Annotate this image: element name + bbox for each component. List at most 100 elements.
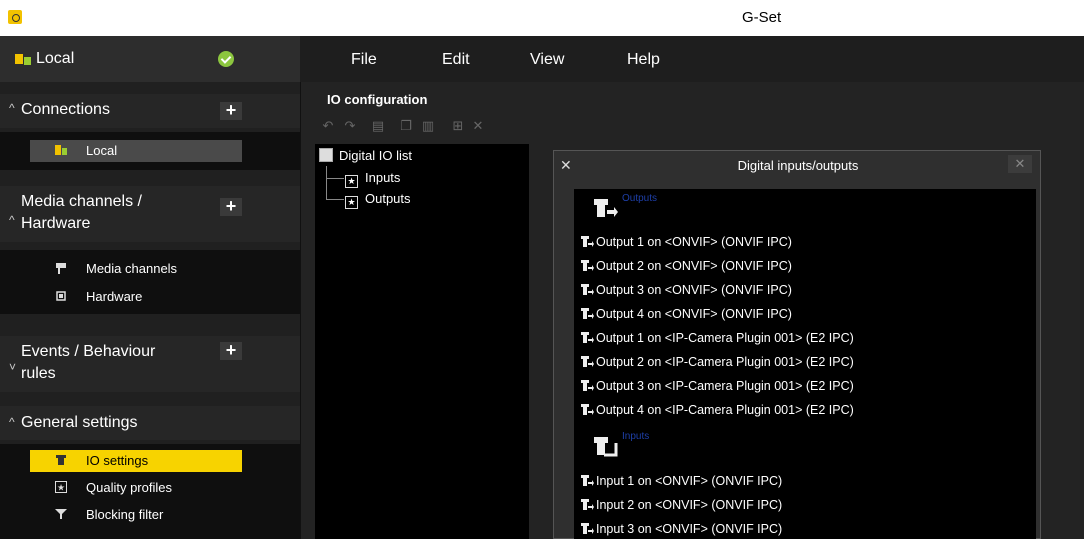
- main-panel: IO configuration ↶ ↷ ▤ ❐ ▥ ⊞ ✕ Digital I…: [300, 82, 1084, 539]
- section-media[interactable]: ^ Media channels / Hardware +: [0, 186, 300, 242]
- input-label: Input 2 on <ONVIF> (ONVIF IPC): [596, 498, 783, 512]
- input-label: Input 1 on <ONVIF> (ONVIF IPC): [596, 474, 783, 488]
- copy-icon[interactable]: ❐: [397, 118, 415, 134]
- star-box-icon: ★: [345, 196, 358, 209]
- menu-help[interactable]: Help: [627, 51, 660, 69]
- section-connections-label: Connections: [21, 101, 110, 118]
- sidebar-item-io-settings[interactable]: IO settings: [30, 450, 242, 472]
- dialog-title: Digital inputs/outputs: [737, 158, 859, 173]
- io-icon: [56, 455, 66, 465]
- input-icon: [581, 475, 594, 486]
- chevron-up-icon[interactable]: ^: [9, 213, 15, 227]
- sidebar-item-media-channels[interactable]: Media channels: [30, 258, 242, 280]
- window-title: G-Set: [742, 9, 782, 26]
- delete-icon[interactable]: ✕: [469, 118, 487, 134]
- group-inputs-label: Inputs: [622, 431, 650, 442]
- section-events-label-line2: rules: [21, 365, 56, 382]
- io-list: Outputs Output 1 on <ONVIF> (ONVIF IPC) O…: [574, 189, 1036, 539]
- add-event-button[interactable]: +: [220, 341, 242, 360]
- camera-icon: [56, 263, 66, 274]
- chevron-up-icon[interactable]: ^: [9, 415, 15, 429]
- tree-root-digital-io-list[interactable]: Digital IO list: [319, 148, 412, 163]
- output-label: Output 1 on <IP-Camera Plugin 001> (E2 I…: [596, 331, 854, 345]
- add-media-button[interactable]: +: [220, 197, 242, 216]
- tree-connector: [326, 178, 344, 179]
- tree-node-inputs[interactable]: ★ Inputs: [345, 170, 400, 188]
- redo-icon[interactable]: ↷: [341, 118, 359, 134]
- connected-status-icon: [218, 51, 234, 67]
- menu-bar: File Edit View Help: [300, 36, 1084, 82]
- general-list: IO settings ★ Quality profiles Blocking …: [0, 444, 300, 539]
- add-connection-button[interactable]: +: [220, 101, 242, 120]
- output-row[interactable]: Output 2 on <ONVIF> (ONVIF IPC): [580, 256, 792, 276]
- chevron-down-icon[interactable]: ˅: [9, 360, 16, 374]
- svg-text:★: ★: [57, 483, 65, 493]
- local-server-icon: [15, 54, 31, 65]
- input-row[interactable]: Input 3 on <ONVIF> (ONVIF IPC): [580, 519, 782, 539]
- tree-connector: [326, 199, 344, 200]
- output-row[interactable]: Output 4 on <ONVIF> (ONVIF IPC): [580, 304, 792, 324]
- sidebar: Local ^ Connections + Local ^ Media chan…: [0, 36, 300, 539]
- print-icon[interactable]: ▤: [369, 118, 387, 134]
- media-list: Media channels Hardware: [0, 250, 300, 314]
- section-events-label-line1: Events / Behaviour: [21, 343, 156, 360]
- app-icon: [8, 10, 22, 24]
- output-label: Output 4 on <IP-Camera Plugin 001> (E2 I…: [596, 403, 854, 417]
- menu-edit[interactable]: Edit: [442, 51, 470, 69]
- section-connections[interactable]: ^ Connections +: [0, 94, 300, 128]
- output-label: Output 3 on <ONVIF> (ONVIF IPC): [596, 283, 792, 297]
- output-icon: [581, 284, 594, 295]
- tree-node-outputs[interactable]: ★ Outputs: [345, 191, 411, 209]
- section-general[interactable]: ^ General settings: [0, 406, 300, 440]
- output-icon: [581, 308, 594, 319]
- output-row[interactable]: Output 2 on <IP-Camera Plugin 001> (E2 I…: [580, 352, 854, 372]
- local-server-icon: [55, 145, 67, 155]
- menu-file[interactable]: File: [351, 51, 377, 69]
- output-label: Output 3 on <IP-Camera Plugin 001> (E2 I…: [596, 379, 854, 393]
- output-row[interactable]: Output 4 on <IP-Camera Plugin 001> (E2 I…: [580, 400, 854, 420]
- add-item-icon[interactable]: ⊞: [449, 118, 467, 134]
- paste-icon[interactable]: ▥: [419, 118, 437, 134]
- input-label: Input 3 on <ONVIF> (ONVIF IPC): [596, 522, 783, 536]
- output-icon: [581, 236, 594, 247]
- output-icon: [581, 260, 594, 271]
- io-tree: Digital IO list ★ Inputs ★ Outputs: [315, 144, 529, 539]
- output-icon: [581, 332, 594, 343]
- output-label: Output 4 on <ONVIF> (ONVIF IPC): [596, 307, 792, 321]
- output-label: Output 1 on <ONVIF> (ONVIF IPC): [596, 235, 792, 249]
- input-row[interactable]: Input 2 on <ONVIF> (ONVIF IPC): [580, 495, 782, 515]
- undo-icon[interactable]: ↶: [319, 118, 337, 134]
- chevron-up-icon[interactable]: ^: [9, 101, 15, 115]
- output-icon: [581, 356, 594, 367]
- output-row[interactable]: Output 3 on <IP-Camera Plugin 001> (E2 I…: [580, 376, 854, 396]
- sidebar-item-quality-profiles[interactable]: ★ Quality profiles: [30, 477, 242, 499]
- group-outputs-label: Outputs: [622, 193, 658, 204]
- list-icon: [319, 148, 333, 162]
- title-bar: G-Set: [0, 0, 1084, 36]
- star-box-icon: ★: [55, 481, 67, 493]
- output-row[interactable]: Output 3 on <ONVIF> (ONVIF IPC): [580, 280, 792, 300]
- star-box-icon: ★: [345, 175, 358, 188]
- sidebar-header-label[interactable]: Local: [36, 50, 74, 68]
- section-events[interactable]: ˅ Events / Behaviour rules +: [0, 336, 300, 392]
- sidebar-item-local[interactable]: Local: [30, 140, 242, 162]
- sidebar-item-hardware[interactable]: Hardware: [30, 286, 242, 308]
- sidebar-item-blocking-filter[interactable]: Blocking filter: [30, 504, 242, 526]
- connections-list: Local: [0, 132, 300, 170]
- input-group-icon: [594, 437, 618, 457]
- section-media-label-line2: Hardware: [21, 215, 91, 232]
- input-row[interactable]: Input 1 on <ONVIF> (ONVIF IPC): [580, 471, 782, 491]
- output-icon: [581, 404, 594, 415]
- input-icon: [581, 499, 594, 510]
- page-title: IO configuration: [327, 92, 428, 107]
- output-row[interactable]: Output 1 on <IP-Camera Plugin 001> (E2 I…: [580, 328, 854, 348]
- output-icon: [581, 380, 594, 391]
- sidebar-header: Local: [0, 36, 300, 82]
- close-button[interactable]: ✕: [1008, 155, 1032, 173]
- digital-io-dialog: ✕ Digital inputs/outputs ✕ Outputs Outpu…: [553, 150, 1041, 539]
- menu-view[interactable]: View: [530, 51, 564, 69]
- output-row[interactable]: Output 1 on <ONVIF> (ONVIF IPC): [580, 232, 792, 252]
- input-icon: [581, 523, 594, 534]
- output-label: Output 2 on <ONVIF> (ONVIF IPC): [596, 259, 792, 273]
- tree-connector: [326, 166, 327, 200]
